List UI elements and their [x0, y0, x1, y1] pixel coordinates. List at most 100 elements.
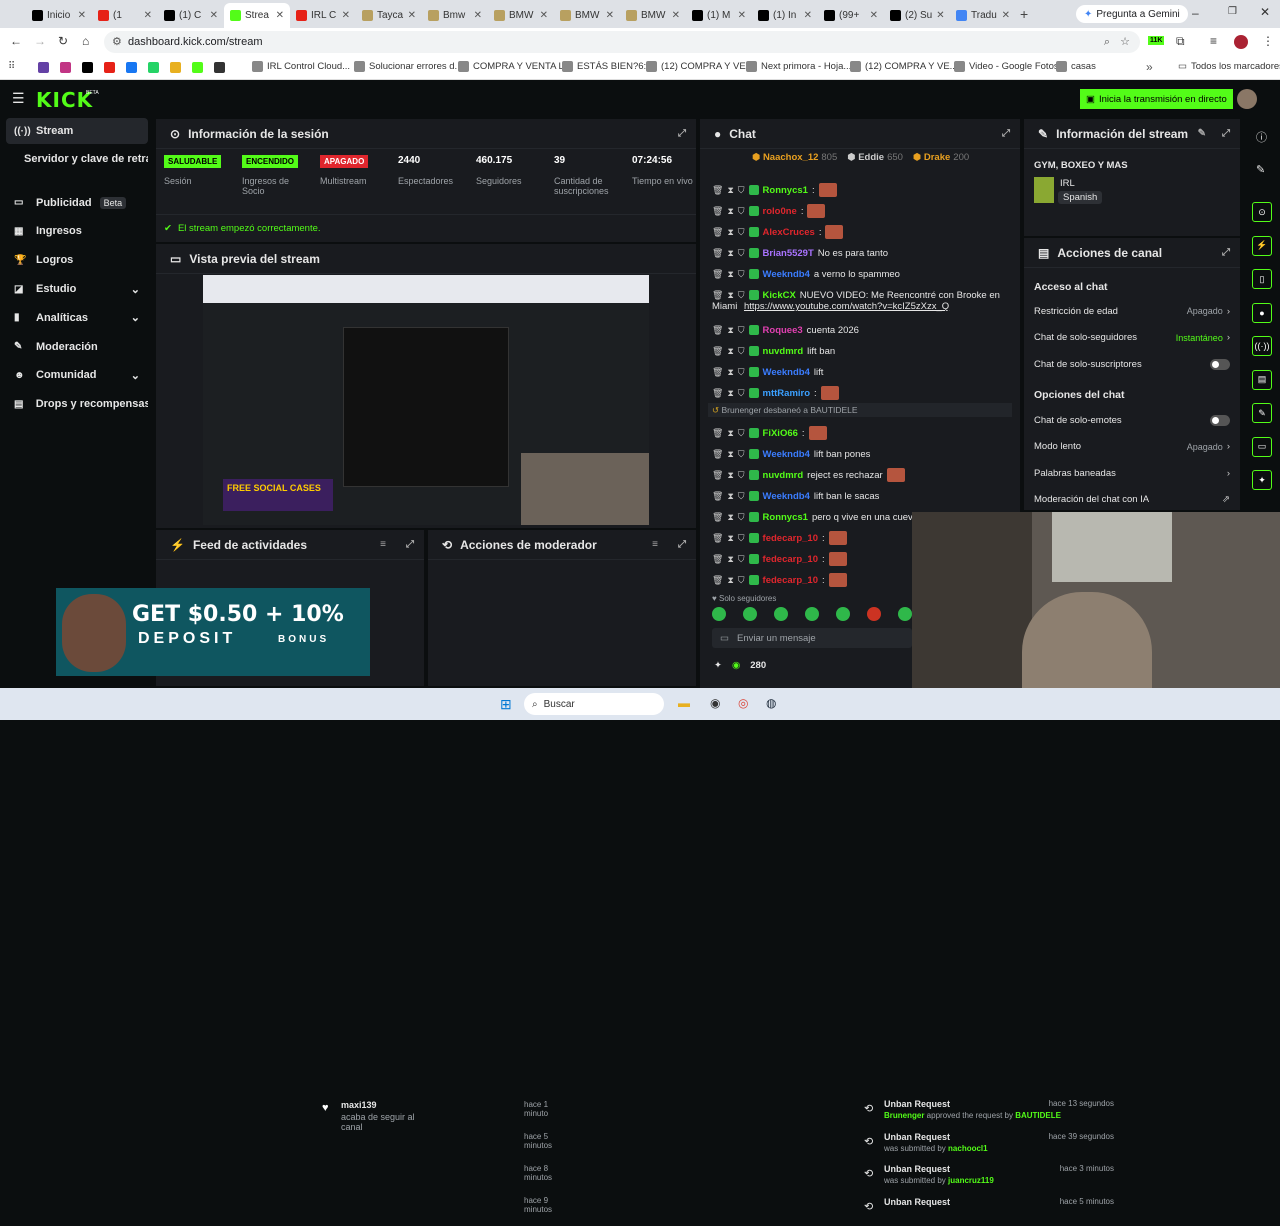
quick-emote[interactable]: [836, 607, 850, 621]
ban-icon[interactable]: ⛉: [738, 346, 745, 357]
tab-close-icon[interactable]: ✕: [606, 10, 614, 21]
delete-icon[interactable]: 🗑: [712, 470, 723, 481]
tab-close-icon[interactable]: ✕: [276, 10, 284, 21]
gemini-button[interactable]: ✦ Pregunta a Gemini: [1076, 5, 1188, 23]
chat-username[interactable]: nuvdmrd: [763, 346, 804, 357]
bookmark-item[interactable]: Next primora - Hoja...: [746, 61, 851, 72]
delete-icon[interactable]: 🗑: [712, 449, 723, 460]
bookmark-item[interactable]: ESTÁS BIEN?6:33: [562, 61, 657, 72]
browser-tab[interactable]: IRL C ✕: [290, 4, 356, 26]
bookmark-shortcut-icon[interactable]: [148, 62, 159, 73]
ban-icon[interactable]: ⛉: [738, 449, 745, 460]
channel-setting-row[interactable]: Chat de solo-emotes: [1034, 410, 1230, 430]
channel-setting-row[interactable]: Restricción de edad Apagado ›: [1034, 301, 1230, 321]
go-live-button[interactable]: ▣ Inicia la transmisión en directo: [1080, 89, 1233, 109]
chrome-icon[interactable]: ◎: [738, 696, 748, 710]
ad-banner[interactable]: GET $0.50 + 10% DEPOSIT BONUS: [56, 588, 370, 676]
browser-tab[interactable]: (1) C ✕: [158, 4, 224, 26]
expand-icon[interactable]: ⤢: [1222, 128, 1230, 139]
ban-icon[interactable]: ⛉: [738, 227, 745, 238]
ban-icon[interactable]: ⛉: [738, 428, 745, 439]
settings-icon[interactable]: ✦: [714, 660, 722, 671]
browser-tab[interactable]: (99+ ✕: [818, 4, 884, 26]
timeout-icon[interactable]: ⧗: [727, 388, 733, 399]
bookmark-item[interactable]: Solucionar errores d...: [354, 61, 462, 72]
ban-icon[interactable]: ⛉: [738, 367, 745, 378]
chat-username[interactable]: Weekndb4: [763, 269, 810, 280]
delete-icon[interactable]: 🗑: [712, 227, 723, 238]
sidebar-item[interactable]: ✎ Moderación: [6, 334, 148, 360]
browser-tab[interactable]: Tayca ✕: [356, 4, 422, 26]
ban-icon[interactable]: ⛉: [738, 185, 745, 196]
chat-username[interactable]: Weekndb4: [763, 491, 810, 502]
info-icon[interactable]: ⓘ: [1256, 129, 1267, 145]
chat-username[interactable]: Roquee3: [763, 325, 803, 336]
ban-icon[interactable]: ⛉: [738, 269, 745, 280]
edit-icon[interactable]: ✎: [1198, 128, 1206, 139]
mod-action-item[interactable]: ⟲ Unban Request hace 39 segundos was submit…: [864, 1131, 1118, 1161]
filter-icon[interactable]: ≡: [380, 539, 386, 550]
chat-input[interactable]: ▭ Enviar un mensaje: [712, 628, 912, 648]
browser-tab[interactable]: (1) In ✕: [752, 4, 818, 26]
delete-icon[interactable]: 🗑: [712, 491, 723, 502]
tab-close-icon[interactable]: ✕: [1002, 10, 1010, 21]
bookmark-shortcut-icon[interactable]: [38, 62, 49, 73]
timeout-icon[interactable]: ⧗: [727, 290, 733, 301]
chat-username[interactable]: fedecarp_10: [763, 575, 818, 586]
quick-emote[interactable]: [774, 607, 788, 621]
sidebar-item[interactable]: ☻ Comunidad ⌄: [6, 362, 148, 388]
chat-username[interactable]: FiXiO66: [763, 428, 798, 439]
bookmark-shortcut-icon[interactable]: [126, 62, 137, 73]
browser-tab[interactable]: BMW ✕: [620, 4, 686, 26]
delete-icon[interactable]: 🗑: [712, 533, 723, 544]
home-icon[interactable]: ⌂: [82, 34, 89, 48]
tool-icon[interactable]: ✎: [1252, 403, 1272, 423]
ban-icon[interactable]: ⛉: [738, 290, 745, 301]
tool-icon[interactable]: ((·)): [1252, 336, 1272, 356]
timeout-icon[interactable]: ⧗: [727, 325, 733, 336]
top-gifter[interactable]: ⬢ Drake 200: [913, 152, 969, 163]
reload-icon[interactable]: ↻: [58, 34, 68, 48]
pencil-icon[interactable]: ✎: [1256, 163, 1265, 176]
timeout-icon[interactable]: ⧗: [727, 512, 733, 523]
quick-emote[interactable]: [743, 607, 757, 621]
timeout-icon[interactable]: ⧗: [727, 533, 733, 544]
browser-menu-icon[interactable]: ⋮: [1262, 34, 1274, 48]
top-gifter[interactable]: ⬢ Eddie 650: [847, 152, 903, 163]
tab-close-icon[interactable]: ✕: [804, 10, 812, 21]
window-minimize-button[interactable]: –: [1192, 6, 1199, 20]
timeout-icon[interactable]: ⧗: [727, 185, 733, 196]
delete-icon[interactable]: 🗑: [712, 554, 723, 565]
ban-icon[interactable]: ⛉: [738, 325, 745, 336]
chat-username[interactable]: rolo0ne: [763, 206, 797, 217]
tool-icon[interactable]: ⊙: [1252, 202, 1272, 222]
timeout-icon[interactable]: ⧗: [727, 554, 733, 565]
chat-username[interactable]: Ronnycs1: [763, 512, 808, 523]
channel-setting-row[interactable]: Moderación del chat con IA ⇗: [1034, 490, 1230, 510]
apps-icon[interactable]: ⠿: [8, 61, 15, 72]
url-input[interactable]: ⚙ dashboard.kick.com/stream ⌕ ☆: [104, 31, 1140, 53]
bookmark-shortcut-icon[interactable]: [82, 62, 93, 73]
quick-emote[interactable]: [867, 607, 881, 621]
tool-icon[interactable]: ✦: [1252, 470, 1272, 490]
ban-icon[interactable]: ⛉: [738, 512, 745, 523]
timeout-icon[interactable]: ⧗: [727, 449, 733, 460]
setting-toggle[interactable]: [1210, 414, 1230, 426]
tab-close-icon[interactable]: ✕: [936, 10, 944, 21]
tool-icon[interactable]: ▤: [1252, 369, 1272, 390]
timeout-icon[interactable]: ⧗: [727, 206, 733, 217]
chat-username[interactable]: fedecarp_10: [763, 533, 818, 544]
ban-icon[interactable]: ⛉: [738, 491, 745, 502]
delete-icon[interactable]: 🗑: [712, 367, 723, 378]
channel-setting-row[interactable]: Chat de solo-seguidores Instantáneo ›: [1034, 328, 1230, 348]
delete-icon[interactable]: 🗑: [712, 290, 723, 301]
sidebar-item[interactable]: 🏆 Logros: [6, 247, 148, 273]
delete-icon[interactable]: 🗑: [712, 325, 723, 336]
tab-close-icon[interactable]: ✕: [672, 10, 680, 21]
expand-icon[interactable]: ⤢: [678, 539, 686, 550]
browser-tab[interactable]: Tradu ✕: [950, 4, 1016, 26]
bookmark-item[interactable]: Video - Google Fotos: [954, 61, 1059, 72]
profile-avatar[interactable]: [1234, 35, 1248, 49]
channel-setting-row[interactable]: Modo lento Apagado ›: [1034, 437, 1230, 457]
bookmark-item[interactable]: (12) COMPRA Y VE...: [646, 61, 754, 72]
